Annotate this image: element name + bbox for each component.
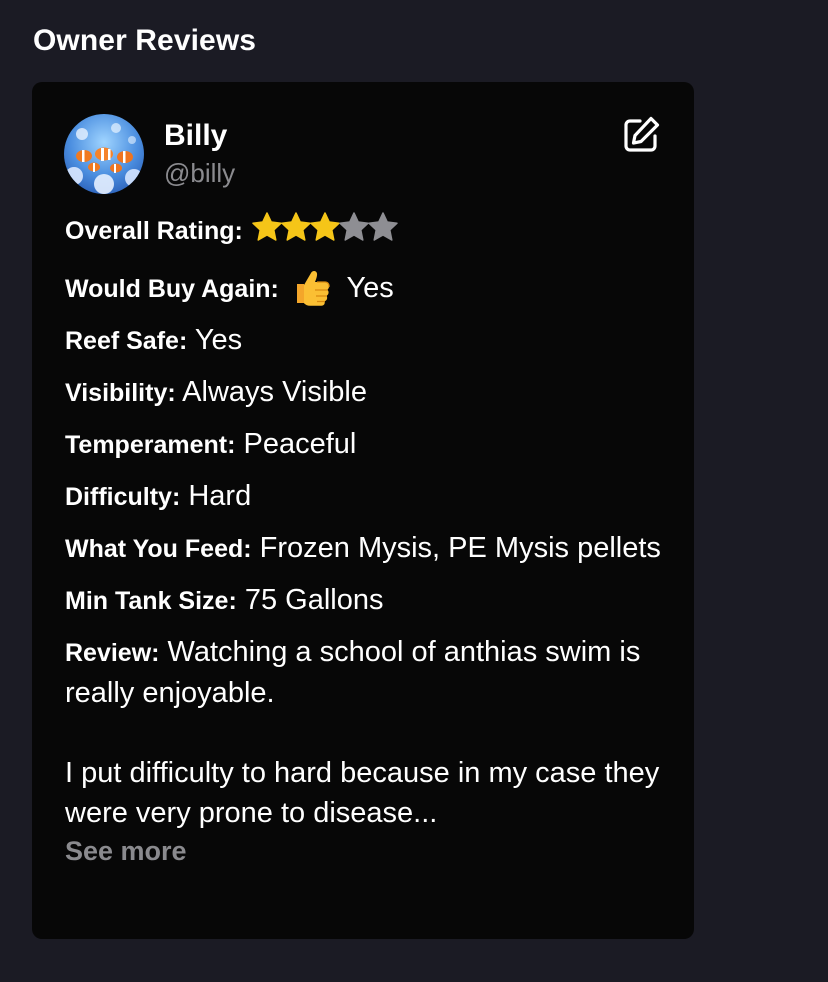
overall-rating-label: Overall Rating:: [65, 217, 243, 245]
temperament-label: Temperament:: [65, 431, 236, 459]
section-title: Owner Reviews: [33, 24, 257, 57]
review-fields: Overall Rating: Would Buy Again: Yes Ree…: [65, 210, 665, 869]
review-label: Review:: [65, 639, 160, 667]
user-avatar[interactable]: [64, 114, 144, 194]
star-filled-icon: [310, 212, 340, 241]
temperament-row: Temperament: Peaceful: [65, 424, 665, 465]
difficulty-value: Hard: [188, 480, 252, 512]
temperament-value: Peaceful: [243, 428, 357, 460]
star-filled-icon: [252, 212, 282, 241]
difficulty-label: Difficulty:: [65, 483, 181, 511]
what-you-feed-value: Frozen Mysis, PE Mysis pellets: [259, 532, 661, 564]
visibility-value: Always Visible: [182, 376, 367, 408]
visibility-label: Visibility:: [65, 379, 176, 407]
visibility-row: Visibility: Always Visible: [65, 372, 665, 413]
min-tank-size-label: Min Tank Size:: [65, 587, 237, 615]
reef-safe-label: Reef Safe:: [65, 327, 188, 355]
star-empty-icon: [339, 212, 369, 241]
clownfish-avatar-icon: [64, 114, 144, 194]
review-text: Review: Watching a school of anthias swi…: [65, 632, 665, 869]
difficulty-row: Difficulty: Hard: [65, 476, 665, 517]
what-you-feed-row: What You Feed: Frozen Mysis, PE Mysis pe…: [65, 528, 665, 569]
user-name[interactable]: Billy: [164, 118, 227, 154]
review-card: Billy @billy Overall Rating: Would Buy A…: [32, 82, 694, 939]
what-you-feed-label: What You Feed:: [65, 535, 252, 563]
user-handle[interactable]: @billy: [164, 157, 235, 189]
reef-safe-row: Reef Safe: Yes: [65, 320, 665, 361]
star-filled-icon: [281, 212, 311, 241]
would-buy-again-label: Would Buy Again:: [65, 275, 279, 303]
thumbs-up-icon: [296, 270, 330, 306]
edit-review-button[interactable]: [620, 114, 662, 156]
star-rating: [251, 211, 398, 254]
reef-safe-value: Yes: [194, 324, 243, 356]
overall-rating-row: Overall Rating:: [65, 210, 665, 254]
min-tank-size-value: 75 Gallons: [244, 584, 384, 616]
star-empty-icon: [368, 212, 398, 241]
see-more-link[interactable]: See more: [65, 833, 665, 869]
would-buy-again-row: Would Buy Again: Yes: [65, 265, 665, 309]
review-paragraph-2: I put difficulty to hard because in my c…: [65, 757, 660, 829]
would-buy-again-value: Yes: [346, 272, 394, 304]
min-tank-size-row: Min Tank Size: 75 Gallons: [65, 580, 665, 621]
edit-icon: [624, 116, 660, 152]
